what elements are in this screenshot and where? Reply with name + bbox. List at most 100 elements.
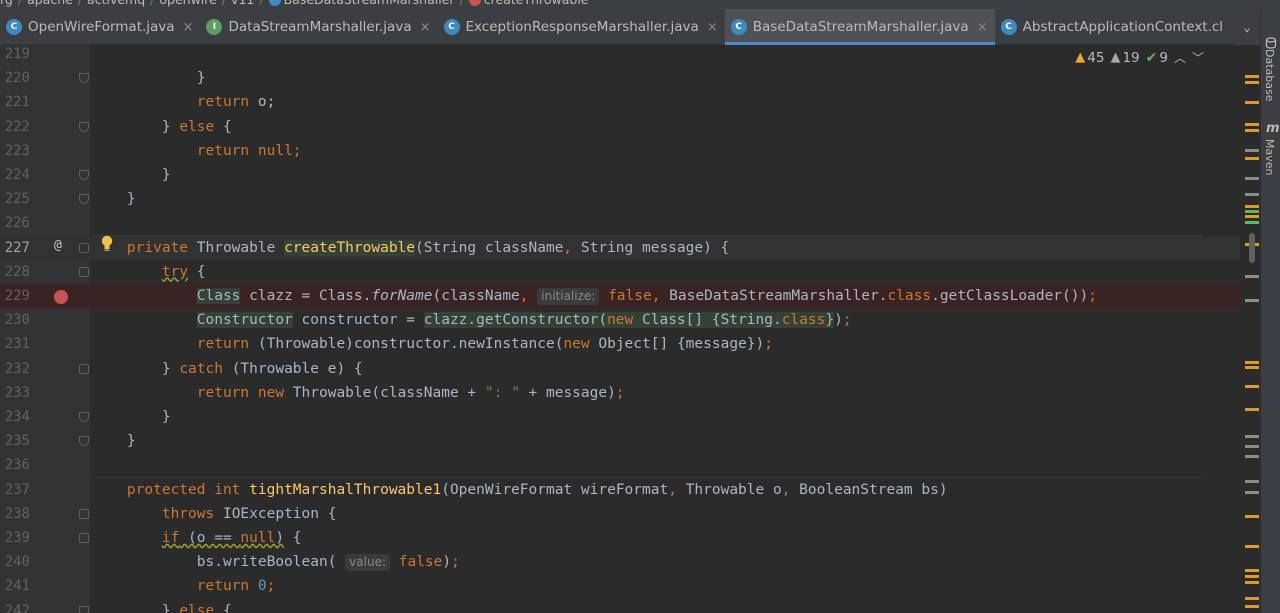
code-text: throws IOException { xyxy=(161,505,337,522)
fold-icon[interactable] xyxy=(79,605,89,613)
warning-marker[interactable] xyxy=(1245,569,1259,572)
right-tool-strip: Database m Maven xyxy=(1260,9,1280,613)
weak-marker[interactable] xyxy=(1245,193,1259,196)
line-number: 225 xyxy=(4,191,30,208)
warning-marker[interactable] xyxy=(1245,366,1259,369)
code-line: 219 xyxy=(0,45,1240,66)
breadcrumb-item[interactable]: createThrowable xyxy=(484,0,589,9)
warning-marker[interactable] xyxy=(1245,123,1259,126)
fold-icon[interactable] xyxy=(79,242,89,253)
warning-marker[interactable] xyxy=(1245,597,1259,600)
typo-marker[interactable] xyxy=(1245,221,1259,224)
chevron-down-icon[interactable]: ⌄ xyxy=(1234,9,1260,45)
fold-icon[interactable] xyxy=(79,533,89,543)
weak-marker[interactable] xyxy=(1245,435,1259,438)
line-number: 224 xyxy=(4,167,30,183)
line-number: 219 xyxy=(4,46,30,62)
tab-basedatastreammarshaller[interactable]: C BaseDataStreamMarshaller.java × xyxy=(724,9,995,45)
code-editor[interactable]: ▲ 45 ▲ 19 ✔ 9 ︿ ﹀ 219 220 } 221 return o; 2… xyxy=(0,45,1240,613)
breadcrumb-item[interactable]: openwire xyxy=(159,0,216,9)
close-icon[interactable]: × xyxy=(707,20,718,35)
code-text: } else { xyxy=(92,118,232,135)
code-text: } xyxy=(92,409,171,425)
line-number: 234 xyxy=(4,409,30,425)
weak-marker[interactable] xyxy=(1245,149,1259,152)
fold-icon[interactable] xyxy=(79,436,89,447)
abstract-class-icon: C xyxy=(1000,19,1017,35)
warning-marker[interactable] xyxy=(1245,385,1259,388)
fold-icon[interactable] xyxy=(79,508,89,519)
code-text: return null; xyxy=(196,142,302,159)
tab-label: ExceptionResponseMarshaller.java xyxy=(465,19,699,35)
line-number: 229 xyxy=(4,288,30,304)
warning-marker[interactable] xyxy=(1245,581,1259,584)
code-line: 230 Constructor constructor = clazz.getC… xyxy=(0,308,1240,332)
tab-openwireformat[interactable]: C OpenWireFormat.java × xyxy=(0,9,200,45)
line-number: 235 xyxy=(4,433,30,450)
lightbulb-icon[interactable] xyxy=(100,235,114,253)
weak-marker[interactable] xyxy=(1245,177,1259,180)
code-line: 224 } xyxy=(0,163,1240,187)
code-text: } xyxy=(92,433,136,450)
code-text: } xyxy=(92,167,171,183)
fold-icon[interactable] xyxy=(79,412,89,422)
warning-marker[interactable] xyxy=(1245,515,1259,518)
weak-marker[interactable] xyxy=(1245,480,1259,483)
annotation-marker-icon[interactable]: @ xyxy=(54,238,62,253)
line-number: 237 xyxy=(4,481,30,498)
warning-marker[interactable] xyxy=(1245,129,1259,132)
warning-marker[interactable] xyxy=(1245,605,1259,608)
breadcrumb-item[interactable]: rg xyxy=(0,0,13,9)
code-text: Constructor constructor = clazz.getConst… xyxy=(196,312,852,329)
code-line: 228 try { xyxy=(0,260,1240,284)
warning-marker[interactable] xyxy=(1245,545,1259,548)
tab-abstractapplicationcontext[interactable]: C AbstractApplicationContext.cl xyxy=(995,9,1230,45)
code-line: 234 } xyxy=(0,405,1240,429)
breadcrumb-separator: / xyxy=(222,0,226,9)
warning-marker[interactable] xyxy=(1245,205,1259,208)
fold-icon[interactable] xyxy=(79,73,89,84)
weak-marker[interactable] xyxy=(1245,491,1259,494)
weak-marker[interactable] xyxy=(1245,299,1259,302)
fold-icon[interactable] xyxy=(79,121,89,132)
fold-icon[interactable] xyxy=(79,170,89,180)
breadcrumb-item[interactable]: activemq xyxy=(87,0,145,9)
fold-icon[interactable] xyxy=(79,363,89,374)
warning-marker[interactable] xyxy=(1245,81,1259,84)
warning-marker[interactable] xyxy=(1245,75,1259,78)
code-line: 241 return 0; xyxy=(0,574,1240,598)
code-line: 225 } xyxy=(0,187,1240,211)
warning-marker[interactable] xyxy=(1245,408,1259,411)
weak-marker[interactable] xyxy=(1245,455,1259,458)
code-text: if (o == null) { xyxy=(161,530,302,546)
warning-marker[interactable] xyxy=(1245,157,1259,160)
close-icon[interactable]: × xyxy=(977,20,988,35)
tab-exceptionresponsemarshaller[interactable]: C ExceptionResponseMarshaller.java × xyxy=(438,9,725,45)
warning-marker[interactable] xyxy=(1245,101,1259,104)
breakpoint-icon[interactable] xyxy=(54,290,68,304)
fold-icon[interactable] xyxy=(79,194,89,205)
scrollbar-thumb[interactable] xyxy=(1249,233,1255,263)
warning-marker[interactable] xyxy=(1245,361,1259,364)
typo-marker[interactable] xyxy=(1245,210,1259,213)
code-line: 233 return new Throwable(className + ": … xyxy=(0,381,1240,405)
weak-marker[interactable] xyxy=(1245,445,1259,448)
line-number: 226 xyxy=(4,215,30,232)
fold-icon[interactable] xyxy=(79,266,89,277)
warning-marker[interactable] xyxy=(1245,575,1259,578)
weak-marker[interactable] xyxy=(1245,275,1259,278)
close-icon[interactable]: × xyxy=(183,20,194,35)
database-tool-button[interactable]: Database xyxy=(1263,49,1276,102)
code-text: } catch (Throwable e) { xyxy=(92,360,363,377)
warning-marker[interactable] xyxy=(1245,215,1259,218)
maven-tool-button[interactable]: Maven xyxy=(1263,139,1276,175)
close-icon[interactable]: × xyxy=(420,20,431,35)
breadcrumb-item[interactable]: apache xyxy=(27,0,73,9)
abstract-class-icon: C xyxy=(730,19,747,35)
line-number: 242 xyxy=(4,602,30,613)
breadcrumb-separator: / xyxy=(150,0,154,9)
breadcrumb-item[interactable]: BaseDataStreamMarshaller xyxy=(284,0,455,9)
tab-datastreammarshaller[interactable]: I DataStreamMarshaller.java × xyxy=(200,9,437,45)
error-stripe[interactable] xyxy=(1240,45,1260,613)
breadcrumb-item[interactable]: v11 xyxy=(231,0,254,9)
